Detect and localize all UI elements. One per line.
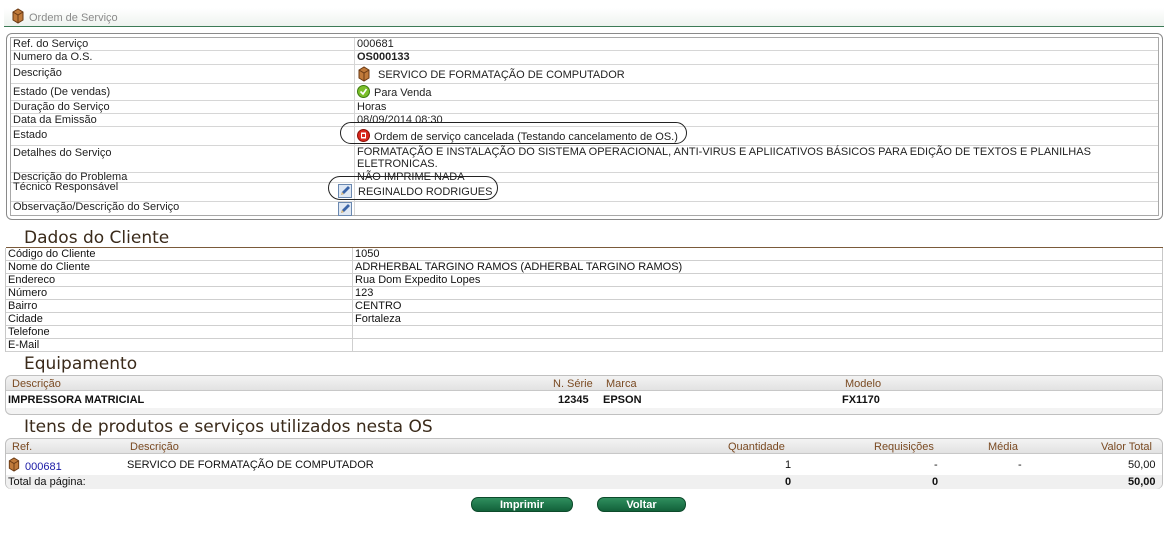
value: FORMATAÇÃO E INSTALAÇÃO DO SISTEMA OPERA… [357,146,1091,170]
client-row: Nome do Cliente ADRHERBAL TARGINO RAMOS (… [6,261,1162,274]
label: Numero da O.S. [13,51,93,63]
label: Nome do Cliente [8,261,90,273]
label: Número [8,287,48,299]
label: E-Mail [8,339,40,351]
label: Estado (De vendas) [13,86,111,98]
equipment-heading: Equipamento [24,354,138,374]
row-numero-os: Numero da O.S. OS000133 [11,51,1158,65]
edit-icon[interactable] [338,202,352,219]
col-modelo: Modelo [845,378,882,390]
table-footer: Total da página: 0 0 50,00 [6,475,1162,489]
value: CENTRO [355,300,402,312]
items-heading: Itens de produtos e serviços utilizados … [24,417,433,437]
service-panel: Ref. do Serviço 000681 Numero da O.S. OS… [6,33,1163,220]
cell-requisicoes: - [934,459,938,471]
client-row: Número 123 [6,287,1162,300]
client-row: E-Mail [6,339,1162,352]
cell-descricao: IMPRESSORA MATRICIAL [8,394,145,406]
col-media: Média [988,441,1018,453]
label: Telefone [8,326,50,338]
value: Horas [357,101,387,113]
col-quantidade: Quantidade [728,441,785,453]
value: 123 [355,287,374,299]
label: Técnico Responsável [13,181,119,193]
label: Data da Emissão [13,114,97,126]
footer-label: Total da página: [8,476,86,488]
table-row: IMPRESSORA MATRICIAL 12345 EPSON FX1170 [6,391,1162,408]
row-detalhes: Detalhes do Serviço FORMATAÇÃO E INSTALA… [11,146,1158,173]
col-marca: Marca [606,378,637,390]
cell-quantidade: 1 [785,459,792,471]
client-row: Cidade Fortaleza [6,313,1162,326]
cell-marca: EPSON [603,394,642,406]
col-descricao: Descrição [130,441,179,453]
row-ref-servico: Ref. do Serviço 000681 [11,38,1158,51]
value: OS000133 [357,51,410,63]
items-table: Ref. Descrição Quantidade Requisições Mé… [5,438,1163,489]
row-duracao: Duração do Serviço Horas [11,101,1158,114]
row-observacao: Observação/Descrição do Serviço [11,201,1158,219]
highlight-oval-tecnico [328,176,498,200]
title-bar: Ordem de Serviço [4,8,1164,27]
value: 1050 [355,248,380,260]
label: Estado [13,129,48,141]
label: Cidade [8,313,43,325]
box-icon [7,457,21,475]
label: Bairro [8,300,38,312]
value: Fortaleza [355,313,401,325]
service-box-icon [357,66,371,85]
value: ADRHERBAL TARGINO RAMOS (ADHERBAL TARGIN… [355,261,683,273]
row-tecnico: Técnico Responsável REGINALDO RODRIGUES [11,181,1158,202]
client-table: Código do Cliente 1050 Nome do Cliente ADR… [5,248,1163,352]
col-ref: Ref. [12,441,33,453]
label: Ref. do Serviço [13,38,89,50]
item-ref-link[interactable]: 000681 [25,461,62,473]
col-requisicoes: Requisições [874,441,934,453]
client-row: Código do Cliente 1050 [6,248,1162,261]
client-row: Telefone [6,326,1162,339]
table-header: Ref. Descrição Quantidade Requisições Mé… [6,439,1162,454]
service-link[interactable]: SERVICO DE FORMATAÇÃO DE COMPUTADOR [378,69,625,81]
cell-media: - [1018,459,1022,471]
label: Endereco [8,274,56,286]
check-icon [357,85,370,101]
label: Descrição [13,67,62,79]
cell-modelo: FX1170 [842,394,880,406]
label: Observação/Descrição do Serviço [13,201,180,213]
col-serie: N. Série [553,378,593,390]
client-row: Bairro CENTRO [6,300,1162,313]
col-descricao: Descrição [12,378,61,390]
value: Para Venda [374,87,432,99]
row-estado-vendas: Estado (De vendas) Para Venda [11,84,1158,101]
table-header: Descrição N. Série Marca Modelo [6,376,1162,391]
row-problema: Descrição do Problema NÃO IMPRIME NADA [11,171,1158,183]
highlight-oval-estado [340,122,687,144]
equipment-table: Descrição N. Série Marca Modelo IMPRESSO… [5,375,1163,415]
value: 000681 [357,38,394,50]
cell-serie: 12345 [558,394,589,406]
footer-valor-total: 50,00 [1128,476,1156,488]
row-descricao: Descrição SERVICO DE FORMATAÇÃO DE COMPU… [11,65,1158,84]
footer-requisicoes: 0 [932,476,939,488]
table-row: 000681 SERVICO DE FORMATAÇÃO DE COMPUTAD… [6,454,1162,475]
back-button[interactable]: Voltar [597,497,686,512]
value: Rua Dom Expedito Lopes [355,274,481,286]
label: Detalhes do Serviço [13,147,112,159]
client-heading: Dados do Cliente [24,228,170,248]
client-row: Endereco Rua Dom Expedito Lopes [6,274,1162,287]
footer-quantidade: 0 [785,476,792,488]
print-button[interactable]: Imprimir [471,497,573,512]
box-icon [11,8,25,27]
label: Duração do Serviço [13,101,110,113]
cell-descricao: SERVICO DE FORMATAÇÃO DE COMPUTADOR [127,459,374,471]
col-valor-total: Valor Total [1101,441,1152,453]
cell-valor-total: 50,00 [1128,459,1156,471]
label: Código do Cliente [8,248,96,260]
page-title: Ordem de Serviço [29,12,118,24]
